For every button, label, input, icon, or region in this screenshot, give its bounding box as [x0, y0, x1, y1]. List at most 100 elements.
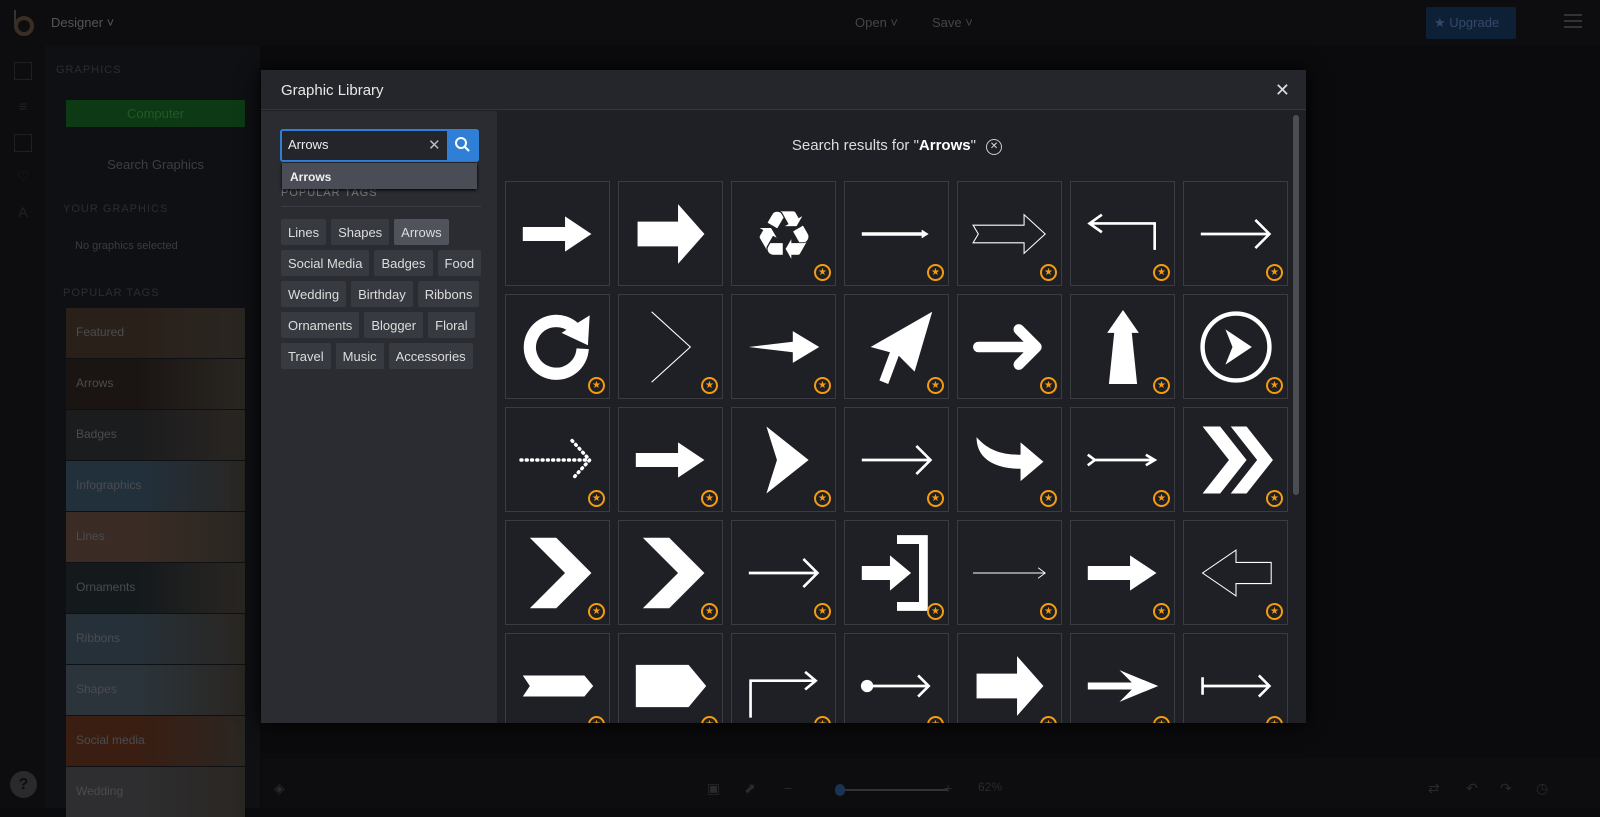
- logo-icon[interactable]: [12, 10, 36, 36]
- result-tile[interactable]: ★: [957, 633, 1062, 723]
- result-tile[interactable]: ★: [731, 407, 836, 512]
- tag-arrows[interactable]: Arrows: [394, 219, 449, 245]
- search-graphics-button[interactable]: Search Graphics: [66, 150, 245, 180]
- zoom-out-icon[interactable]: −: [784, 780, 792, 796]
- help-button[interactable]: ?: [10, 771, 37, 798]
- result-tile[interactable]: ★: [844, 294, 949, 399]
- tag-blogger[interactable]: Blogger: [364, 312, 424, 338]
- result-tile[interactable]: ★: [1183, 520, 1288, 625]
- result-tile[interactable]: ★: [505, 294, 610, 399]
- result-tile[interactable]: ★: [731, 294, 836, 399]
- tag-card-lines[interactable]: Lines: [66, 512, 245, 562]
- result-tile[interactable]: ★: [1183, 181, 1288, 286]
- text-icon[interactable]: A: [14, 204, 32, 222]
- result-tile[interactable]: ★: [1183, 407, 1288, 512]
- result-tile[interactable]: ★: [957, 294, 1062, 399]
- result-tile[interactable]: ★: [505, 520, 610, 625]
- tag-ribbons[interactable]: Ribbons: [417, 281, 480, 307]
- dotted-arrow-icon: [519, 438, 593, 482]
- hamburger-menu-icon[interactable]: [1564, 14, 1582, 28]
- tag-travel[interactable]: Travel: [281, 343, 331, 369]
- zoom-slider[interactable]: [838, 789, 948, 791]
- tag-floral[interactable]: Floral: [428, 312, 475, 338]
- results-suffix: ": [970, 137, 976, 154]
- result-tile[interactable]: ★: [844, 181, 949, 286]
- layers-icon[interactable]: ◈: [274, 780, 285, 797]
- your-graphics-heading[interactable]: YOUR GRAPHICS: [63, 203, 168, 215]
- tag-card-featured[interactable]: Featured: [66, 308, 245, 358]
- tag-lines[interactable]: Lines: [281, 219, 327, 245]
- tag-card-label: Social media: [76, 733, 145, 747]
- result-tile[interactable]: ★: [1070, 181, 1175, 286]
- search-suggestion[interactable]: Arrows: [282, 163, 477, 189]
- fit-screen-icon[interactable]: ▣: [707, 780, 720, 797]
- result-tile[interactable]: [618, 181, 723, 286]
- result-tile[interactable]: ★: [505, 633, 610, 723]
- result-tile[interactable]: ★: [618, 633, 723, 723]
- result-tile[interactable]: ★: [1070, 520, 1175, 625]
- search-button[interactable]: [447, 129, 479, 162]
- tag-card-social-media[interactable]: Social media: [66, 716, 245, 766]
- expand-icon[interactable]: ⬈: [744, 780, 756, 797]
- history-icon[interactable]: ◷: [1536, 780, 1548, 797]
- tag-badges[interactable]: Badges: [374, 250, 433, 276]
- close-icon[interactable]: ✕: [1275, 80, 1290, 101]
- result-tile[interactable]: ★: [844, 633, 949, 723]
- redo-icon[interactable]: ↷: [1500, 780, 1512, 797]
- result-tile[interactable]: ★: [957, 181, 1062, 286]
- modal-header: Graphic Library ✕: [261, 70, 1306, 110]
- tag-card-infographics[interactable]: Infographics: [66, 461, 245, 511]
- undo-icon[interactable]: ↶: [1466, 780, 1478, 797]
- search-input[interactable]: [288, 137, 418, 152]
- tag-card-wedding[interactable]: Wedding: [66, 767, 245, 817]
- result-tile[interactable]: ★: [1070, 294, 1175, 399]
- tag-accessories[interactable]: Accessories: [388, 343, 473, 369]
- swap-icon[interactable]: ⇄: [1428, 780, 1440, 797]
- upgrade-button[interactable]: ★ Upgrade: [1426, 7, 1516, 39]
- tag-shapes[interactable]: Shapes: [331, 219, 390, 245]
- circle-play-arrow-icon: [1200, 311, 1272, 383]
- zoom-slider-handle[interactable]: [835, 784, 845, 796]
- tag-card-label: Shapes: [76, 682, 117, 696]
- result-tile[interactable]: ★: [1183, 294, 1288, 399]
- save-menu[interactable]: Save ˅: [932, 15, 973, 30]
- clear-search-icon[interactable]: ✕: [428, 136, 441, 154]
- tag-card-badges[interactable]: Badges: [66, 410, 245, 460]
- result-tile[interactable]: ★: [618, 294, 723, 399]
- result-tile[interactable]: ★: [731, 520, 836, 625]
- tag-ornaments[interactable]: Ornaments: [281, 312, 360, 338]
- designer-menu[interactable]: Designer ˅: [51, 15, 114, 30]
- scrollbar[interactable]: [1293, 115, 1299, 495]
- result-tile[interactable]: [505, 181, 610, 286]
- result-tile[interactable]: ♻ ★: [731, 181, 836, 286]
- tag-food[interactable]: Food: [437, 250, 482, 276]
- zoom-in-icon[interactable]: +: [944, 780, 952, 796]
- result-tile[interactable]: ★: [957, 407, 1062, 512]
- result-tile[interactable]: ★: [844, 407, 949, 512]
- tag-card-ornaments[interactable]: Ornaments: [66, 563, 245, 613]
- upload-computer-button[interactable]: Computer: [66, 100, 245, 127]
- result-tile[interactable]: ★: [618, 520, 723, 625]
- result-tile[interactable]: ★: [1183, 633, 1288, 723]
- result-tile[interactable]: ★: [957, 520, 1062, 625]
- tag-card-label: Featured: [76, 325, 125, 339]
- result-tile[interactable]: ★: [1070, 407, 1175, 512]
- heart-icon[interactable]: ♡: [14, 168, 32, 186]
- sliders-icon[interactable]: ≡: [14, 98, 32, 116]
- tag-social-media[interactable]: Social Media: [281, 250, 370, 276]
- result-tile[interactable]: ★: [844, 520, 949, 625]
- result-tile[interactable]: ★: [1070, 633, 1175, 723]
- layout-icon[interactable]: [14, 134, 32, 152]
- result-tile[interactable]: ★: [618, 407, 723, 512]
- tag-card-ribbons[interactable]: Ribbons: [66, 614, 245, 664]
- image-icon[interactable]: [14, 62, 32, 80]
- open-menu[interactable]: Open ˅: [855, 15, 898, 30]
- tag-wedding[interactable]: Wedding: [281, 281, 347, 307]
- result-tile[interactable]: ★: [731, 633, 836, 723]
- tag-music[interactable]: Music: [335, 343, 384, 369]
- tag-birthday[interactable]: Birthday: [351, 281, 413, 307]
- tag-card-arrows[interactable]: Arrows: [66, 359, 245, 409]
- clear-results-icon[interactable]: ✕: [986, 139, 1003, 155]
- tag-card-shapes[interactable]: Shapes: [66, 665, 245, 715]
- result-tile[interactable]: ★: [505, 407, 610, 512]
